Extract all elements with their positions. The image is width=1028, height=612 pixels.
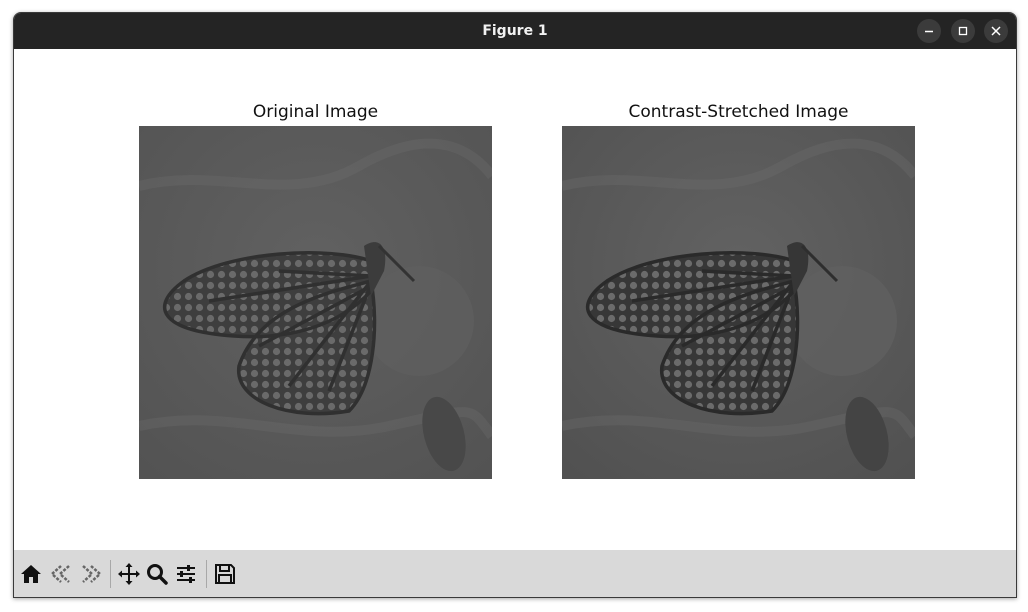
close-icon — [991, 26, 1001, 36]
maximize-icon — [958, 26, 968, 36]
back-button[interactable] — [49, 562, 73, 586]
configure-subplots-button[interactable] — [174, 562, 198, 586]
zoom-icon — [147, 564, 168, 585]
contrast-stretched-image — [562, 126, 915, 479]
window-title: Figure 1 — [482, 23, 548, 39]
forward-button[interactable] — [79, 562, 103, 586]
home-icon — [21, 565, 41, 583]
minimize-icon — [925, 30, 933, 33]
zoom-button[interactable] — [145, 562, 169, 586]
pan-button[interactable] — [117, 562, 141, 586]
contrast-stretched-image-title: Contrast-Stretched Image — [628, 102, 849, 122]
figure-window: Figure 1 Original Image Contrast-Stretch… — [13, 12, 1017, 598]
navigation-toolbar — [14, 550, 1016, 597]
maximize-button[interactable] — [951, 19, 975, 43]
minimize-button[interactable] — [917, 19, 941, 43]
configure-subplots-icon — [177, 565, 195, 583]
forward-icon — [82, 565, 102, 583]
toolbar-separator — [206, 560, 207, 588]
original-image-title: Original Image — [252, 102, 379, 122]
title-bar[interactable]: Figure 1 — [14, 13, 1016, 49]
original-image — [139, 126, 492, 479]
home-button[interactable] — [19, 562, 43, 586]
toolbar-separator — [110, 560, 111, 588]
figure-canvas[interactable]: Original Image Contrast-Stretched Image — [14, 49, 1016, 550]
close-button[interactable] — [984, 19, 1008, 43]
save-icon — [215, 564, 235, 584]
pan-icon — [118, 563, 140, 585]
back-icon — [50, 565, 70, 583]
save-button[interactable] — [213, 562, 237, 586]
